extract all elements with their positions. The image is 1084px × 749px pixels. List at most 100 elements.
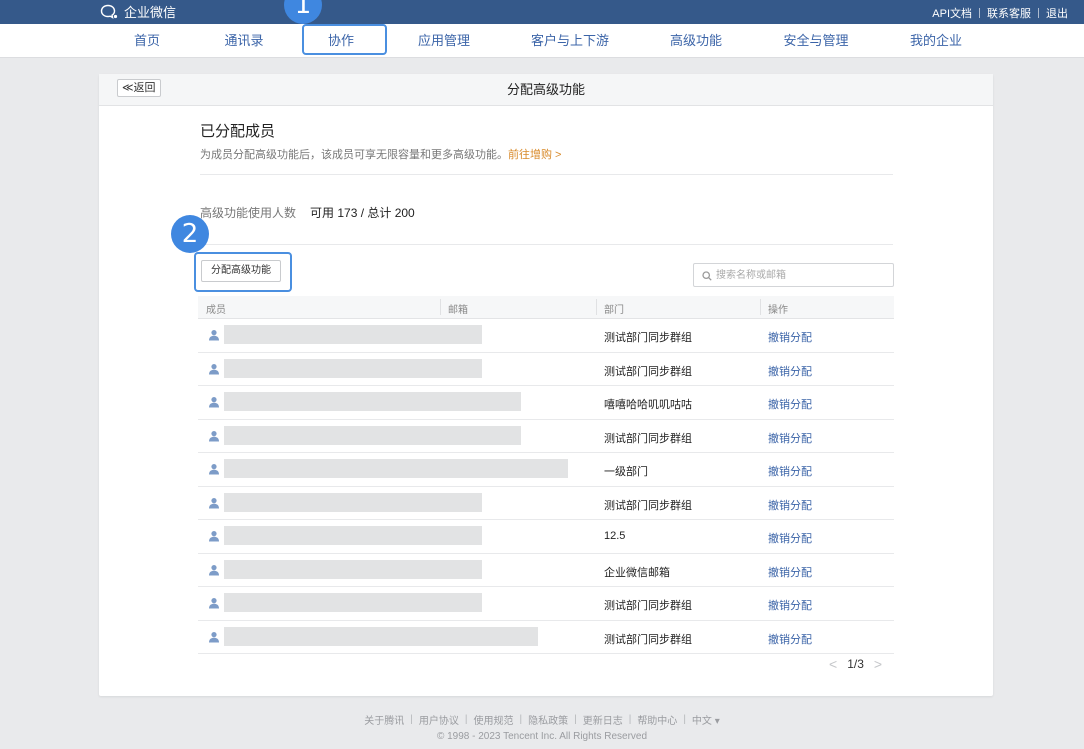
user-icon xyxy=(208,329,220,344)
table-row: 测试部门同步群组 撤销分配 xyxy=(198,487,894,520)
department-cell: 嘻嘻哈哈叽叽咕咕 xyxy=(604,399,692,411)
table-row: 测试部门同步群组 撤销分配 xyxy=(198,587,894,621)
usage-info: 高级功能使用人数 可用 173 / 总计 200 xyxy=(200,204,415,221)
divider: | xyxy=(574,714,577,725)
api-docs-link[interactable]: API文档 xyxy=(932,5,972,21)
revoke-assignment-link[interactable]: 撤销分配 xyxy=(768,329,812,345)
nav-advanced-features[interactable]: 高级功能 xyxy=(670,24,722,58)
nav-customers-partners[interactable]: 客户与上下游 xyxy=(531,24,609,58)
revoke-assignment-link[interactable]: 撤销分配 xyxy=(768,497,812,513)
footer-changelog-link[interactable]: 更新日志 xyxy=(583,712,623,727)
user-icon xyxy=(208,597,220,612)
page-indicator: 1/3 xyxy=(847,657,864,671)
footer-privacy-link[interactable]: 隐私政策 xyxy=(528,712,568,727)
card-header: 分配高级功能 ≪返回 xyxy=(99,74,993,106)
revoke-assignment-link[interactable]: 撤销分配 xyxy=(768,430,812,446)
redacted-member-info xyxy=(224,425,521,445)
usage-value: 可用 173 / 总计 200 xyxy=(310,206,415,220)
table-row: 企业微信邮箱 撤销分配 xyxy=(198,554,894,587)
redacted-member-info xyxy=(224,392,521,411)
highlight-box-nav xyxy=(302,24,387,55)
copyright: © 1998 - 2023 Tencent Inc. All Rights Re… xyxy=(436,731,648,742)
table-body: 测试部门同步群组 撤销分配 测试部门同步群组 撤销分配 嘻嘻哈哈叽叽咕咕 撤销分配 测试部门… xyxy=(198,319,894,654)
user-icon xyxy=(208,631,220,646)
table-row: 12.5 撤销分配 xyxy=(198,520,894,554)
department-cell: 一级部门 xyxy=(604,466,648,478)
nav-home[interactable]: 首页 xyxy=(134,24,160,58)
user-icon xyxy=(208,530,220,545)
logout-link[interactable]: 退出 xyxy=(1046,5,1068,21)
pagination: < 1/3 > xyxy=(829,656,882,672)
column-action: 操作 xyxy=(768,305,788,316)
revoke-assignment-link[interactable]: 撤销分配 xyxy=(768,463,812,479)
user-icon xyxy=(208,463,220,478)
department-cell: 测试部门同步群组 xyxy=(604,633,692,646)
footer-user-agreement-link[interactable]: 用户协议 xyxy=(419,712,459,727)
user-icon xyxy=(208,396,220,411)
usage-label: 高级功能使用人数 xyxy=(200,206,297,220)
divider xyxy=(760,299,761,315)
search-icon xyxy=(702,270,712,284)
main-nav: 首页 通讯录 协作 应用管理 客户与上下游 高级功能 安全与管理 我的企业 xyxy=(0,24,1084,58)
divider: | xyxy=(464,714,468,725)
divider xyxy=(200,244,893,245)
department-cell: 企业微信邮箱 xyxy=(604,566,670,579)
department-cell: 12.5 xyxy=(604,530,626,542)
nav-contacts[interactable]: 通讯录 xyxy=(224,24,263,58)
revoke-assignment-link[interactable]: 撤销分配 xyxy=(768,396,812,412)
redacted-member-info xyxy=(224,593,482,612)
revoke-assignment-link[interactable]: 撤销分配 xyxy=(768,530,812,546)
user-icon xyxy=(208,363,220,378)
footer: 关于腾讯 | 用户协议 | 使用规范 | 隐私政策 | 更新日志 | 帮助中心 | 中文 ▾… xyxy=(0,712,1084,742)
nav-my-enterprise[interactable]: 我的企业 xyxy=(910,24,962,58)
department-cell: 测试部门同步群组 xyxy=(604,365,692,378)
content-card: 分配高级功能 ≪返回 已分配成员 为成员分配高级功能后，该成员可享无限容量和更多… xyxy=(99,74,993,696)
divider: | xyxy=(410,714,413,725)
table-row: 测试部门同步群组 撤销分配 xyxy=(198,621,894,654)
column-email: 邮箱 xyxy=(448,305,468,316)
page-title: 分配高级功能 xyxy=(506,82,585,97)
revoke-assignment-link[interactable]: 撤销分配 xyxy=(768,564,812,580)
wecom-logo-icon xyxy=(100,4,120,20)
department-cell: 测试部门同步群组 xyxy=(604,432,692,445)
user-icon xyxy=(208,564,220,579)
search-input[interactable] xyxy=(716,266,888,284)
divider: | xyxy=(683,714,686,725)
app-logo[interactable]: 企业微信 xyxy=(100,2,176,21)
table-row: 一级部门 撤销分配 xyxy=(198,453,894,487)
revoke-assignment-link[interactable]: 撤销分配 xyxy=(768,363,812,379)
step-badge-2: 2 xyxy=(171,215,209,253)
divider xyxy=(596,299,597,315)
footer-about-link[interactable]: 关于腾讯 xyxy=(364,712,404,727)
description-text: 为成员分配高级功能后，该成员可享无限容量和更多高级功能。 xyxy=(200,149,508,161)
logo-text: 企业微信 xyxy=(124,5,177,20)
nav-security-management[interactable]: 安全与管理 xyxy=(783,24,848,58)
divider xyxy=(200,174,893,175)
redacted-member-info xyxy=(224,559,482,579)
redacted-member-info xyxy=(224,459,568,478)
language-selector[interactable]: 中文 ▾ xyxy=(692,712,720,727)
redacted-member-info xyxy=(224,526,482,545)
department-cell: 测试部门同步群组 xyxy=(604,600,692,612)
footer-help-link[interactable]: 帮助中心 xyxy=(637,712,677,727)
next-page-button[interactable]: > xyxy=(874,656,882,672)
footer-usage-rules-link[interactable]: 使用规范 xyxy=(473,712,513,727)
back-button[interactable]: ≪返回 xyxy=(117,79,161,97)
search-box[interactable] xyxy=(693,263,894,287)
top-links: API文档 联系客服 退出 xyxy=(932,5,1068,21)
table-row: 测试部门同步群组 撤销分配 xyxy=(198,319,894,353)
divider: | xyxy=(519,714,523,725)
revoke-assignment-link[interactable]: 撤销分配 xyxy=(768,631,812,647)
department-cell: 测试部门同步群组 xyxy=(604,499,692,512)
footer-links: 关于腾讯 | 用户协议 | 使用规范 | 隐私政策 | 更新日志 | 帮助中心 | 中文 ▾ xyxy=(0,712,1084,727)
table-row: 嘻嘻哈哈叽叽咕咕 撤销分配 xyxy=(198,386,894,420)
revoke-assignment-link[interactable]: 撤销分配 xyxy=(768,597,812,613)
purchase-more-link[interactable]: 前往增购 > xyxy=(508,149,561,161)
nav-app-management[interactable]: 应用管理 xyxy=(418,24,470,58)
department-cell: 测试部门同步群组 xyxy=(604,332,692,344)
user-icon xyxy=(208,430,220,445)
divider xyxy=(979,8,980,18)
column-member: 成员 xyxy=(206,305,226,316)
prev-page-button[interactable]: < xyxy=(829,656,837,672)
contact-support-link[interactable]: 联系客服 xyxy=(987,5,1031,21)
